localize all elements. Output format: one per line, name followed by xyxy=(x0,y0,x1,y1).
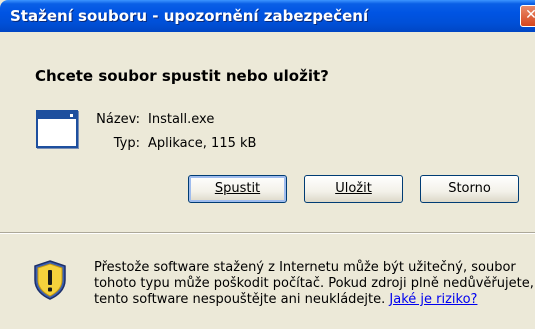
file-name-value: Install.exe xyxy=(148,112,215,127)
close-button[interactable]: ✕ xyxy=(520,5,535,27)
risk-link[interactable]: Jaké je riziko? xyxy=(389,292,477,307)
save-button[interactable]: Uložit xyxy=(304,175,403,203)
warning-line-2: tohoto typu může poškodit počítač. Pokud… xyxy=(94,276,534,291)
file-name-label: Název: xyxy=(96,112,140,127)
warning-line-3-text: tento software nespouštějte ani neukláde… xyxy=(94,292,386,307)
cancel-button[interactable]: Storno xyxy=(420,175,519,203)
file-type-label: Typ: xyxy=(113,136,140,151)
close-icon: ✕ xyxy=(525,7,535,23)
warning-line-1: Přestože software stažený z Internetu mů… xyxy=(94,260,516,275)
dialog-content: Chcete soubor spustit nebo uložit? Název… xyxy=(0,32,535,230)
run-button[interactable]: Spustit xyxy=(188,175,287,203)
file-type-value: Aplikace, 115 kB xyxy=(148,136,257,151)
title-bar[interactable]: Stažení souboru - upozornění zabezpečení… xyxy=(0,0,535,32)
dialog-question: Chcete soubor spustit nebo uložit? xyxy=(35,67,329,85)
security-shield-icon xyxy=(34,260,66,300)
warning-line-3: tento software nespouštějte ani neukláde… xyxy=(94,292,534,308)
warning-area: Přestože software stažený z Internetu mů… xyxy=(0,234,535,329)
warning-text: Přestože software stažený z Internetu mů… xyxy=(94,260,534,308)
window-title: Stažení souboru - upozornění zabezpečení xyxy=(10,7,369,25)
